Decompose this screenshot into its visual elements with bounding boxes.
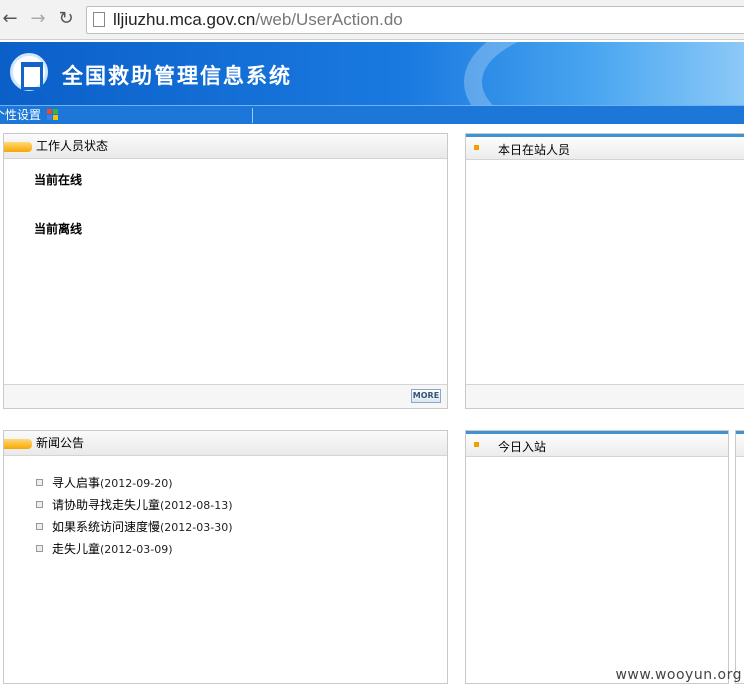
page-icon	[93, 12, 105, 27]
panel-footer	[466, 384, 744, 408]
news-title[interactable]: 请协助寻找走失儿童	[52, 498, 160, 512]
panel-header: 工作人员状态	[4, 134, 447, 159]
panel-header	[736, 431, 744, 457]
news-date: (2012-03-09)	[100, 543, 173, 556]
panel-header: 新闻公告	[4, 431, 447, 456]
news-list: 寻人启事(2012-09-20) 请协助寻找走失儿童(2012-08-13) 如…	[34, 475, 233, 563]
site-banner: 全国救助管理信息系统	[0, 42, 744, 105]
url-domain: lljiuzhu.mca.gov.cn	[113, 10, 255, 29]
news-date: (2012-03-30)	[160, 521, 233, 534]
news-title[interactable]: 如果系统访问速度慢	[52, 520, 160, 534]
panel-footer: MORE	[4, 384, 447, 408]
panel-title: 新闻公告	[36, 436, 84, 451]
settings-grid-icon[interactable]	[47, 109, 59, 121]
news-date: (2012-09-20)	[100, 477, 173, 490]
forward-arrow-icon[interactable]: →	[28, 9, 48, 29]
watermark: www.wooyun.org	[615, 667, 742, 683]
banner-decoration	[464, 42, 744, 105]
browser-toolbar: ← → ↻ lljiuzhu.mca.gov.cn/web/UserAction…	[0, 0, 744, 40]
toolbar-divider	[252, 108, 253, 123]
back-arrow-icon[interactable]: ←	[0, 9, 20, 29]
system-title: 全国救助管理信息系统	[62, 60, 292, 90]
more-button[interactable]: MORE	[411, 389, 441, 403]
header-bullet-icon	[474, 442, 479, 447]
emblem-logo-icon	[10, 53, 48, 91]
panel-header: 今日入站	[466, 431, 728, 457]
panel-title: 工作人员状态	[36, 139, 108, 154]
panel-title: 本日在站人员	[498, 143, 570, 158]
news-title[interactable]: 寻人启事	[52, 476, 100, 490]
bullet-icon	[36, 545, 43, 552]
news-item[interactable]: 如果系统访问速度慢(2012-03-30)	[34, 519, 233, 541]
header-tab-marker	[4, 142, 32, 152]
today-present-panel: 本日在站人员	[465, 133, 744, 409]
reload-icon[interactable]: ↻	[56, 9, 76, 29]
url-path: /web/UserAction.do	[255, 10, 402, 29]
news-item[interactable]: 请协助寻找走失儿童(2012-08-13)	[34, 497, 233, 519]
header-tab-marker	[4, 439, 32, 449]
address-bar[interactable]: lljiuzhu.mca.gov.cn/web/UserAction.do	[86, 6, 744, 34]
sub-toolbar: 个性设置	[0, 105, 744, 124]
bullet-icon	[36, 523, 43, 530]
offline-label: 当前离线	[34, 220, 82, 237]
online-label: 当前在线	[34, 171, 82, 188]
today-entry-panel: 今日入站	[465, 430, 729, 684]
panel-header: 本日在站人员	[466, 134, 744, 160]
bullet-icon	[36, 479, 43, 486]
partial-panel	[735, 430, 744, 684]
news-item[interactable]: 走失儿童(2012-03-09)	[34, 541, 233, 563]
news-title[interactable]: 走失儿童	[52, 542, 100, 556]
bullet-icon	[36, 501, 43, 508]
staff-status-panel: 工作人员状态 当前在线 当前离线 MORE	[3, 133, 448, 409]
news-panel: 新闻公告 寻人启事(2012-09-20) 请协助寻找走失儿童(2012-08-…	[3, 430, 448, 684]
news-item[interactable]: 寻人启事(2012-09-20)	[34, 475, 233, 497]
header-bullet-icon	[474, 145, 479, 150]
news-date: (2012-08-13)	[160, 499, 233, 512]
panel-title: 今日入站	[498, 440, 546, 455]
personal-settings-link[interactable]: 个性设置	[0, 107, 41, 123]
